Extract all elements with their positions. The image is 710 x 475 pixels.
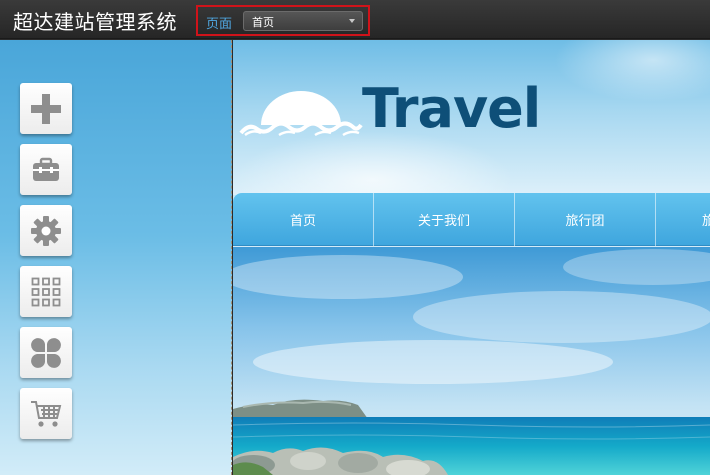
nav-item-home[interactable]: 首页	[233, 193, 374, 246]
top-bar: 超达建站管理系统 页面 首页	[0, 0, 710, 39]
sun-wave-logo-icon	[239, 91, 363, 137]
settings-button[interactable]	[20, 205, 72, 256]
page-select-value: 首页	[252, 16, 274, 29]
nav-item-travel[interactable]: 旅	[656, 193, 710, 246]
shop-button[interactable]	[20, 388, 72, 439]
tool-panel	[0, 40, 232, 475]
page-picker-label: 页面	[206, 17, 233, 32]
beach-banner-image	[233, 247, 710, 475]
site-logo-text: Travel	[362, 77, 541, 140]
page-picker: 页面 首页	[196, 5, 370, 36]
app-title: 超达建站管理系统	[13, 10, 177, 34]
page-select[interactable]: 首页	[243, 11, 363, 31]
layout-grid-button[interactable]	[20, 266, 72, 317]
chevron-down-icon	[349, 19, 355, 23]
cart-icon	[31, 400, 62, 427]
apps-button[interactable]	[20, 327, 72, 378]
grid-icon	[31, 277, 61, 306]
plus-icon	[31, 93, 61, 124]
clover-icon	[31, 337, 61, 368]
site-nav: 首页 关于我们 旅行团 旅	[233, 193, 710, 246]
gear-icon	[31, 215, 61, 246]
site-preview[interactable]: Travel 首页 关于我们 旅行团 旅	[233, 40, 710, 475]
toolbox-button[interactable]	[20, 144, 72, 195]
nav-item-about[interactable]: 关于我们	[374, 193, 515, 246]
nav-item-tours[interactable]: 旅行团	[515, 193, 656, 246]
add-module-button[interactable]	[20, 83, 72, 134]
toolbox-icon	[33, 157, 59, 181]
